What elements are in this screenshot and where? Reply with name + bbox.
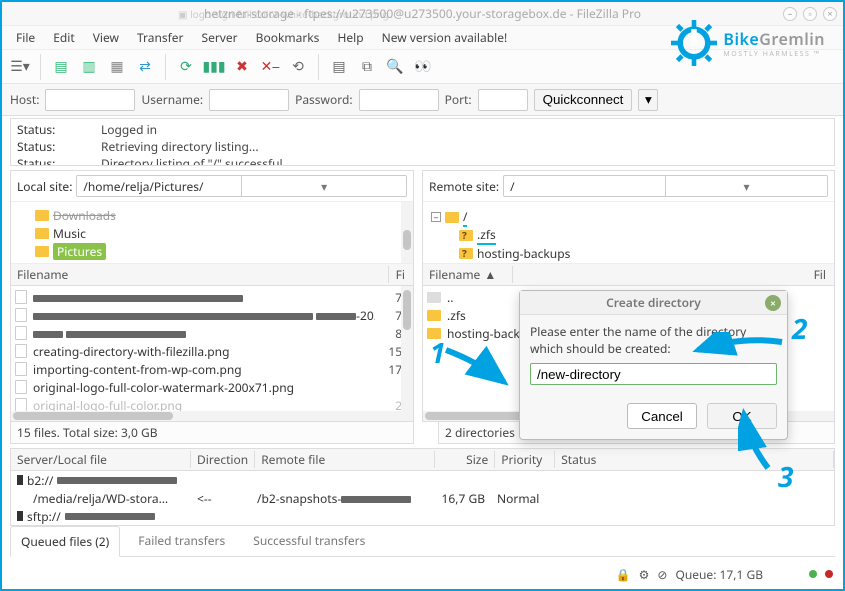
file-icon	[15, 380, 27, 394]
password-input[interactable]	[359, 89, 439, 111]
status-msg: Directory listing of "/" successful	[101, 155, 283, 166]
directory-name-input[interactable]	[530, 363, 777, 385]
filter-icon[interactable]: ▤	[327, 55, 351, 79]
refresh-icon[interactable]: ⟳	[174, 55, 198, 79]
scrollbar-vertical[interactable]	[401, 286, 413, 411]
port-input[interactable]	[478, 89, 528, 111]
queue-row[interactable]: b2://	[11, 471, 834, 489]
username-label: Username:	[141, 91, 203, 108]
password-label: Password:	[295, 91, 353, 108]
search-icon[interactable]: 👀	[411, 55, 435, 79]
quickconnect-button[interactable]: Quickconnect	[534, 89, 633, 111]
activity-led-2	[825, 570, 833, 578]
quickconnect-dropdown[interactable]: ▾	[638, 89, 658, 111]
menu-bookmarks[interactable]: Bookmarks	[248, 27, 328, 48]
process-queue-icon[interactable]: ▮▮▮	[202, 55, 226, 79]
queue-tabs: Queued files (2) Failed transfers Succes…	[10, 526, 835, 557]
status-msg: Retrieving directory listing...	[101, 138, 259, 155]
local-site-combo[interactable]: /home/relja/Pictures/▾	[76, 175, 407, 197]
sort-asc-icon: ▲	[484, 266, 496, 283]
status-label: Status:	[17, 138, 77, 155]
queue-row[interactable]: /media/relja/WD-stora…<--/b2-snapshots-1…	[11, 489, 834, 507]
menu-file[interactable]: File	[8, 27, 43, 48]
server-icon	[17, 475, 23, 485]
file-icon	[15, 290, 27, 304]
titlebar: ▣ logo-sign-full-color-white-background.…	[2, 2, 843, 26]
menu-transfer[interactable]: Transfer	[129, 27, 192, 48]
remote-file-header[interactable]: Filename ▲ Fil	[423, 264, 834, 286]
local-file-list[interactable]: 76 -20...75 80 creating-directory-with-f…	[11, 286, 413, 411]
local-status: 15 files. Total size: 3,0 GB	[10, 422, 414, 444]
file-icon	[15, 362, 27, 376]
status-log[interactable]: Status: Logged in Status: Retrieving direc…	[10, 118, 835, 166]
host-label: Host:	[10, 91, 39, 108]
port-label: Port:	[445, 91, 472, 108]
menu-view[interactable]: View	[85, 27, 127, 48]
file-icon	[15, 398, 27, 411]
file-icon	[15, 344, 27, 358]
collapse-icon[interactable]: −	[431, 212, 441, 222]
sync-browse-icon[interactable]: 🔍	[383, 55, 407, 79]
folder-icon	[427, 310, 441, 321]
lock-icon: 🔒	[616, 566, 631, 583]
toolbar: ☰▾ ▤ ▥ ▦ ⇄ ⟳ ▮▮▮ ✖ ✕⎯ ⟲ ▤ ⧉ 🔍 👀	[2, 50, 843, 84]
disconnect-icon[interactable]: ✕⎯	[258, 55, 282, 79]
reconnect-icon[interactable]: ⟲	[286, 55, 310, 79]
window-title: hetzner-storage - ftpes://u273500@u27350…	[2, 5, 843, 22]
server-icon	[17, 511, 23, 521]
file-icon	[15, 308, 27, 322]
close-icon[interactable]: ×	[765, 295, 781, 311]
folder-icon	[427, 328, 441, 339]
bottom-status-bar: 🔒 ⚙ ⊘ Queue: 17,1 GB	[12, 565, 833, 583]
scrollbar-vertical[interactable]	[401, 202, 413, 263]
transfer-queue: Server/Local fileDirectionRemote fileSiz…	[10, 448, 835, 526]
cancel-icon[interactable]: ✖	[230, 55, 254, 79]
dialog-title: Create directory ×	[520, 291, 787, 315]
dialog-message: Please enter the name of the directory w…	[530, 323, 777, 357]
status-msg: Logged in	[101, 121, 157, 138]
toggle-queue-icon[interactable]: ▦	[105, 55, 129, 79]
menu-server[interactable]: Server	[194, 27, 246, 48]
chevron-down-icon[interactable]: ▾	[241, 176, 406, 196]
toggle-local-tree-icon[interactable]: ▤	[49, 55, 73, 79]
host-input[interactable]	[45, 89, 135, 111]
file-icon	[15, 326, 27, 340]
remote-tree[interactable]: −/ .zfs hosting-backups	[423, 202, 834, 264]
status-label: Status:	[17, 121, 77, 138]
local-file-header[interactable]: FilenameFi	[11, 264, 413, 286]
scrollbar-horizontal[interactable]	[11, 411, 413, 421]
local-panel: Local site: /home/relja/Pictures/▾ Downl…	[10, 170, 414, 422]
up-dir-icon	[427, 292, 441, 303]
username-input[interactable]	[209, 89, 289, 111]
local-site-label: Local site:	[17, 178, 72, 195]
menu-help[interactable]: Help	[329, 27, 371, 48]
tab-successful[interactable]: Successful transfers	[243, 526, 375, 556]
remote-site-label: Remote site:	[429, 178, 499, 195]
local-tree[interactable]: Downloads Music Pictures Public Template…	[11, 202, 413, 264]
quickconnect-bar: Host: Username: Password: Port: Quickcon…	[2, 84, 843, 116]
site-manager-icon[interactable]: ☰▾	[8, 55, 32, 79]
cancel-button[interactable]: Cancel	[627, 403, 697, 429]
compare-icon[interactable]: ⧉	[355, 55, 379, 79]
tab-failed[interactable]: Failed transfers	[128, 526, 235, 556]
chevron-down-icon[interactable]: ▾	[665, 176, 827, 196]
queue-header[interactable]: Server/Local fileDirectionRemote fileSiz…	[11, 449, 834, 471]
activity-led-1	[809, 570, 817, 578]
remote-site-combo[interactable]: /▾	[503, 175, 828, 197]
ok-button[interactable]: OK	[707, 403, 777, 429]
queue-row[interactable]: sftp://	[11, 507, 834, 525]
tab-queued[interactable]: Queued files (2)	[10, 526, 120, 557]
create-directory-dialog: Create directory × Please enter the name…	[519, 290, 788, 440]
menu-edit[interactable]: Edit	[45, 27, 82, 48]
queue-icon: ⊘	[657, 566, 667, 583]
gear-icon: ⚙	[639, 566, 650, 583]
status-label: Status:	[17, 155, 77, 166]
toggle-remote-tree-icon[interactable]: ▥	[77, 55, 101, 79]
menubar: File Edit View Transfer Server Bookmarks…	[2, 26, 843, 50]
menu-new-version[interactable]: New version available!	[374, 27, 516, 48]
toggle-log-icon[interactable]: ⇄	[133, 55, 157, 79]
queue-size: Queue: 17,1 GB	[675, 566, 763, 583]
